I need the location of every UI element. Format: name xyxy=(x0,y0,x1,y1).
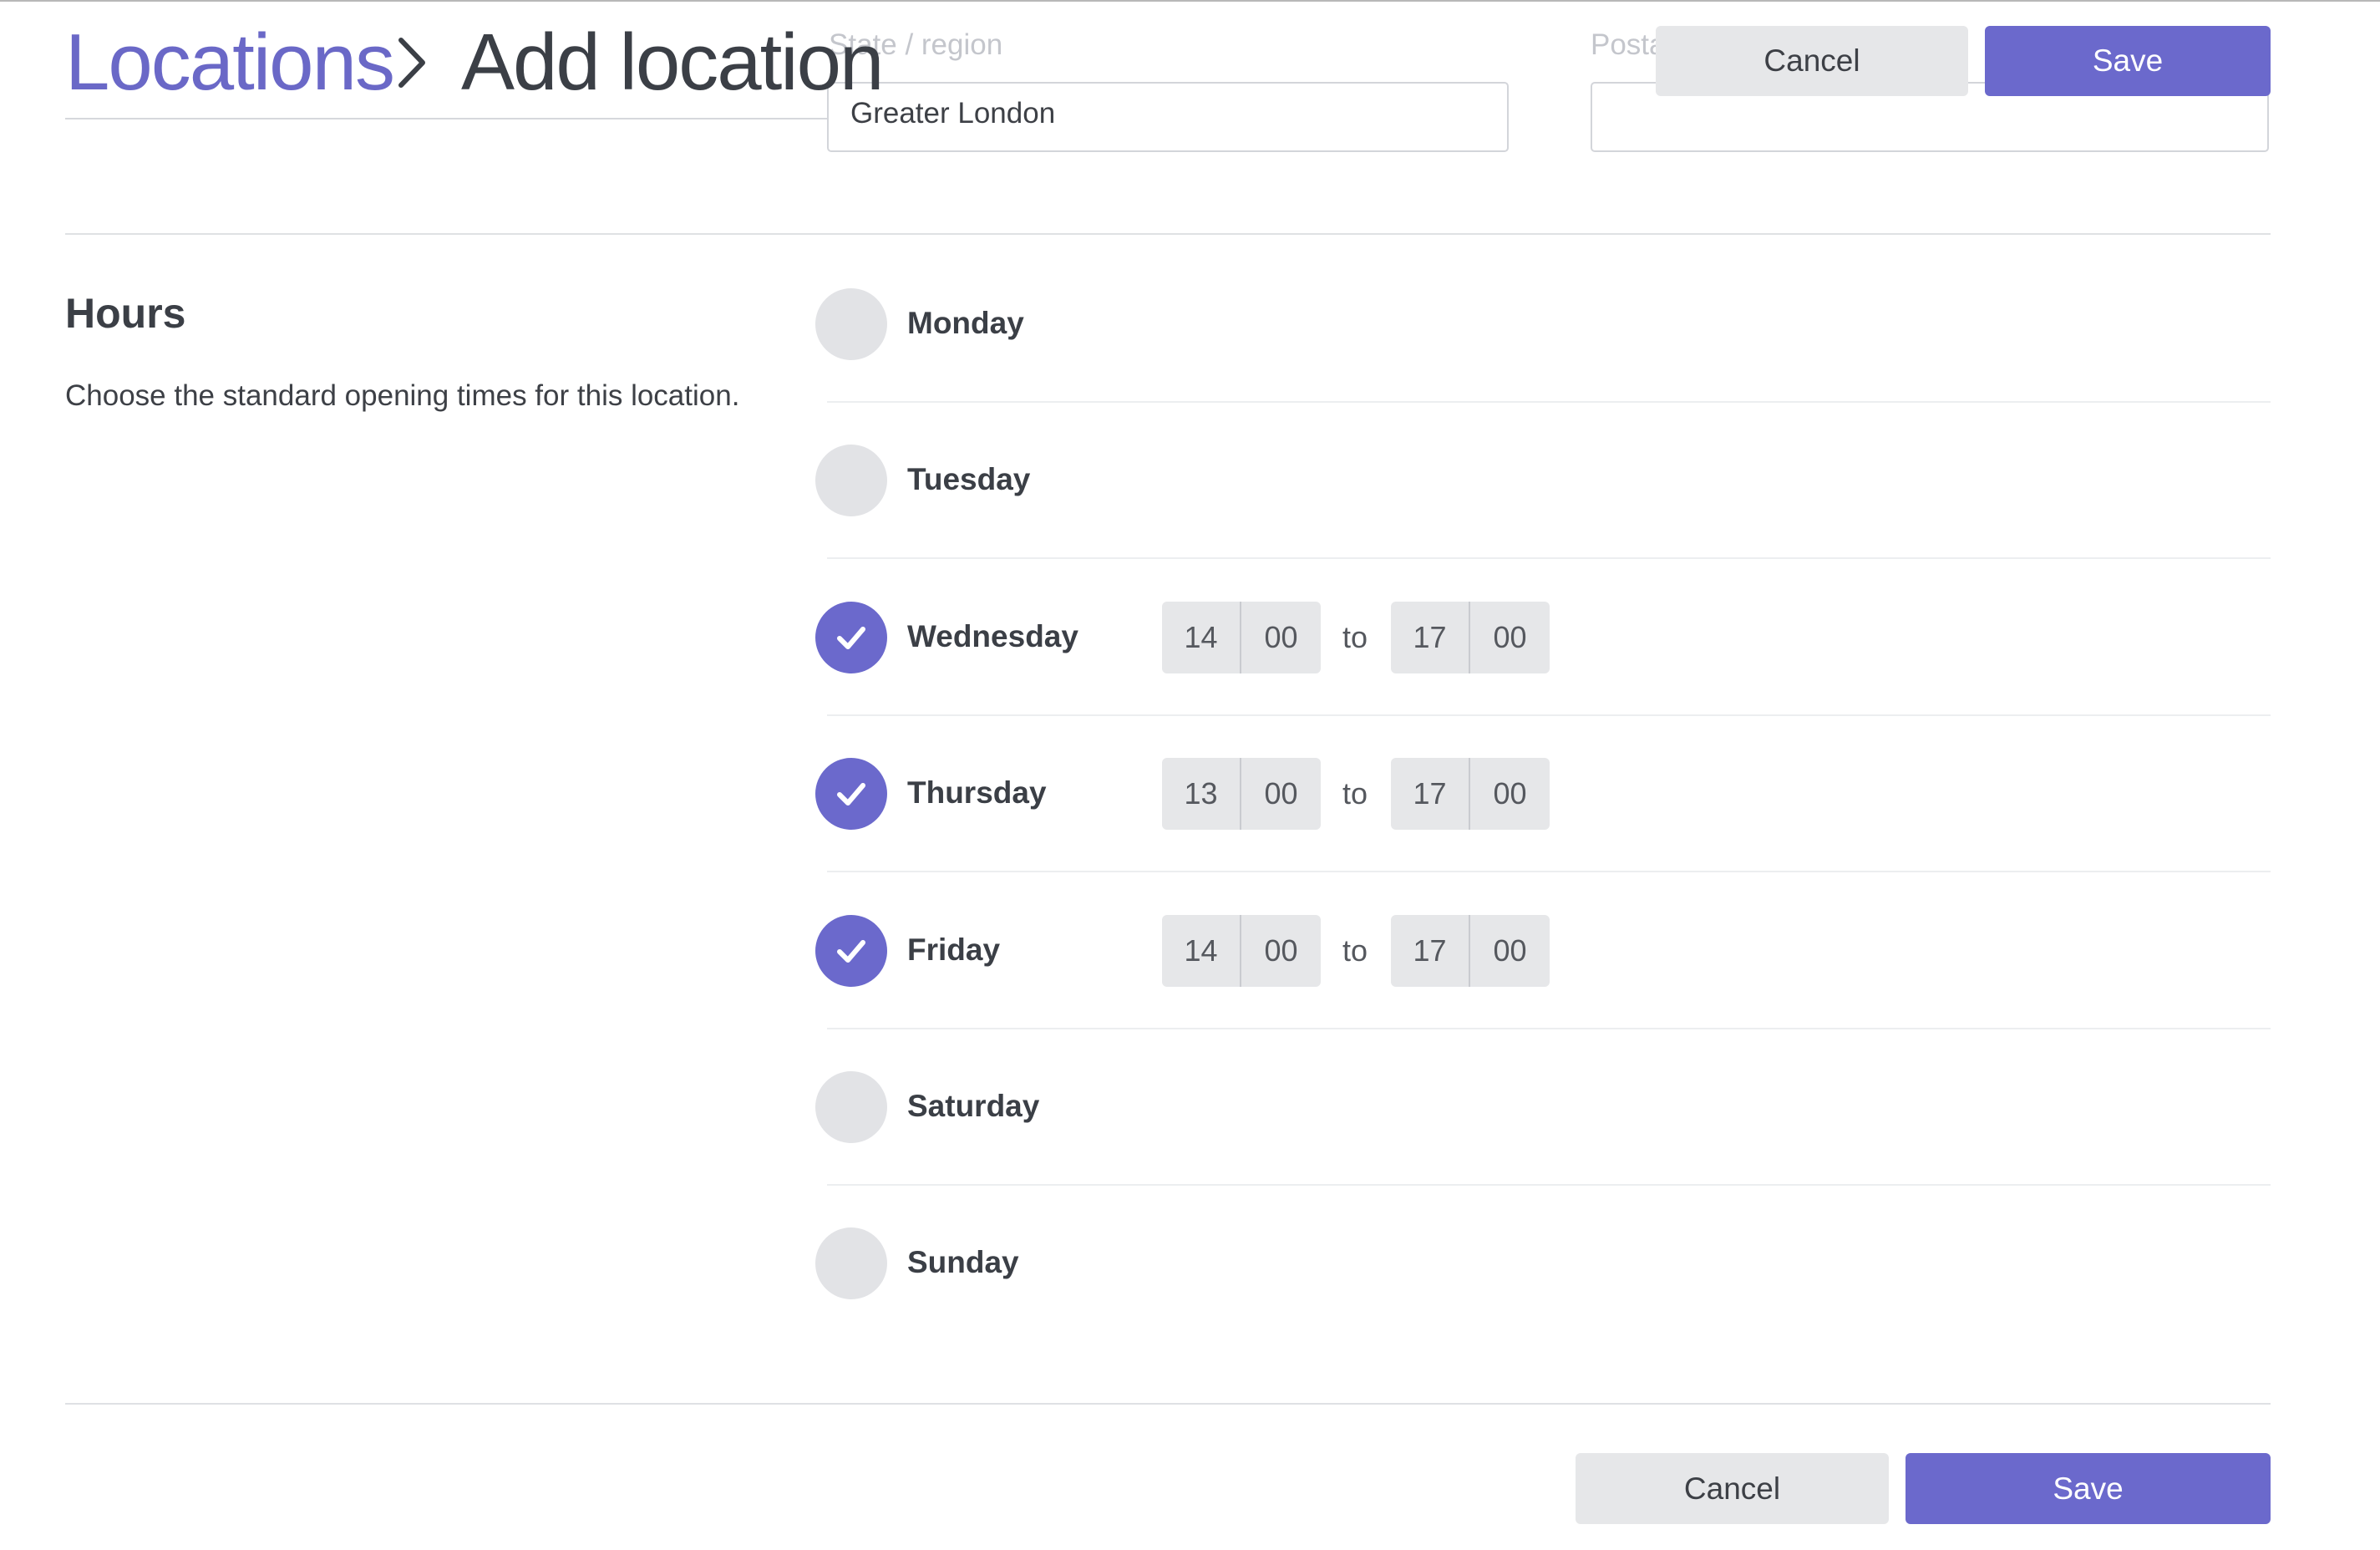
day-label-wednesday: Wednesday xyxy=(907,619,1078,653)
breadcrumb-locations-link[interactable]: Locations xyxy=(65,18,395,107)
day-toggle-thursday[interactable] xyxy=(815,758,887,830)
close-time-wednesday: 17 00 xyxy=(1391,602,1550,673)
close-minute-input[interactable]: 00 xyxy=(1470,915,1550,987)
footer-save-button[interactable]: Save xyxy=(1906,1453,2271,1524)
check-icon xyxy=(837,627,865,649)
day-toggle-sunday[interactable] xyxy=(815,1227,887,1299)
day-divider xyxy=(827,1184,2271,1186)
day-label-saturday: Saturday xyxy=(907,1089,1040,1123)
day-label-tuesday: Tuesday xyxy=(907,462,1031,496)
day-toggle-saturday[interactable] xyxy=(815,1071,887,1143)
open-time-wednesday: 14 00 xyxy=(1162,602,1321,673)
day-label-friday: Friday xyxy=(907,933,1001,967)
day-toggle-tuesday[interactable] xyxy=(815,445,887,516)
day-divider xyxy=(827,557,2271,559)
day-toggle-friday[interactable] xyxy=(815,915,887,987)
close-time-friday: 17 00 xyxy=(1391,915,1550,987)
day-label-monday: Monday xyxy=(907,306,1024,340)
section-divider-top xyxy=(65,233,2271,235)
time-separator: to xyxy=(1342,933,1368,968)
header-divider xyxy=(65,118,827,119)
open-minute-input[interactable]: 00 xyxy=(1241,602,1321,673)
day-toggle-wednesday[interactable] xyxy=(815,602,887,673)
time-separator: to xyxy=(1342,620,1368,654)
close-hour-input[interactable]: 17 xyxy=(1391,915,1470,987)
day-toggle-monday[interactable] xyxy=(815,288,887,360)
close-hour-input[interactable]: 17 xyxy=(1391,602,1470,673)
close-minute-input[interactable]: 00 xyxy=(1470,758,1550,830)
page-title: Add location xyxy=(461,18,884,107)
check-icon xyxy=(837,783,865,805)
open-time-thursday: 13 00 xyxy=(1162,758,1321,830)
header-save-button[interactable]: Save xyxy=(1985,26,2271,96)
day-divider xyxy=(827,1028,2271,1029)
close-time-thursday: 17 00 xyxy=(1391,758,1550,830)
day-divider xyxy=(827,871,2271,872)
open-hour-input[interactable]: 14 xyxy=(1162,602,1241,673)
hours-section-title: Hours xyxy=(65,290,186,337)
time-separator: to xyxy=(1342,776,1368,811)
hours-section-description: Choose the standard opening times for th… xyxy=(65,379,740,412)
chevron-right-icon xyxy=(398,38,425,88)
open-hour-input[interactable]: 13 xyxy=(1162,758,1241,830)
open-minute-input[interactable]: 00 xyxy=(1241,758,1321,830)
day-label-thursday: Thursday xyxy=(907,775,1047,810)
footer-cancel-button[interactable]: Cancel xyxy=(1576,1453,1889,1524)
open-minute-input[interactable]: 00 xyxy=(1241,915,1321,987)
section-divider-bottom xyxy=(65,1403,2271,1405)
day-divider xyxy=(827,401,2271,403)
close-hour-input[interactable]: 17 xyxy=(1391,758,1470,830)
day-divider xyxy=(827,714,2271,716)
open-hour-input[interactable]: 14 xyxy=(1162,915,1241,987)
day-label-sunday: Sunday xyxy=(907,1245,1019,1279)
check-icon xyxy=(837,940,865,963)
header-cancel-button[interactable]: Cancel xyxy=(1656,26,1968,96)
close-minute-input[interactable]: 00 xyxy=(1470,602,1550,673)
open-time-friday: 14 00 xyxy=(1162,915,1321,987)
